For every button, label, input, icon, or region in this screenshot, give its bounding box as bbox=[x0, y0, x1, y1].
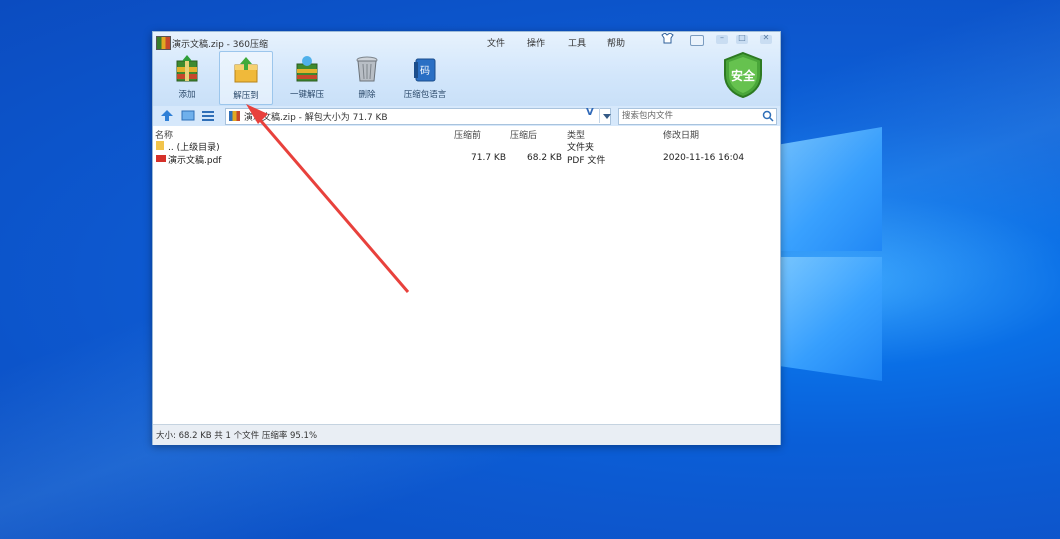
skin-icon[interactable] bbox=[661, 32, 674, 44]
file-type: PDF 文件 bbox=[567, 156, 606, 166]
trash-icon bbox=[354, 55, 380, 83]
add-button[interactable]: 添加 bbox=[161, 51, 213, 103]
search-input[interactable] bbox=[619, 109, 757, 122]
file-type: 文件夹 bbox=[567, 143, 595, 153]
modified-date: 2020-11-16 16:04 bbox=[663, 153, 745, 163]
size-after: 68.2 KB bbox=[527, 153, 562, 163]
file-name: 演示文稿.pdf bbox=[168, 156, 222, 166]
table-row[interactable]: 演示文稿.pdf 71.7 KB 68.2 KB PDF 文件 2020-11-… bbox=[153, 153, 780, 166]
up-level-icon[interactable] bbox=[160, 109, 174, 122]
menu-operation[interactable]: 操作 bbox=[527, 36, 545, 49]
archive-language-button[interactable]: 码 压缩包语言 bbox=[399, 51, 451, 103]
thumbnail-view-icon[interactable] bbox=[181, 109, 195, 122]
maximize-button[interactable]: □ bbox=[736, 33, 748, 44]
title-bar: 演示文稿.zip - 360压缩 文件 操作 工具 帮助 – □ ✕ 添加 解压… bbox=[153, 32, 780, 106]
delete-button[interactable]: 删除 bbox=[341, 51, 393, 103]
list-view-icon[interactable] bbox=[201, 109, 215, 122]
archive-window: 演示文稿.zip - 360压缩 文件 操作 工具 帮助 – □ ✕ 添加 解压… bbox=[152, 31, 781, 445]
status-bar: 大小: 68.2 KB 共 1 个文件 压缩率 95.1% bbox=[153, 424, 780, 445]
verify-button[interactable]: V bbox=[586, 107, 594, 118]
extract-to-label: 解压到 bbox=[233, 91, 259, 101]
address-bar: 演示文稿.zip - 解包大小为 71.7 KB V bbox=[153, 106, 780, 126]
status-text: 大小: 68.2 KB 共 1 个文件 压缩率 95.1% bbox=[156, 431, 318, 441]
minimize-button[interactable]: – bbox=[716, 33, 728, 44]
folder-icon bbox=[156, 141, 164, 150]
windows-logo-pane bbox=[780, 127, 882, 251]
zip-file-icon bbox=[229, 111, 240, 121]
path-text: 演示文稿.zip - 解包大小为 71.7 KB bbox=[244, 113, 388, 123]
pdf-icon bbox=[156, 155, 166, 162]
extract-to-icon bbox=[233, 56, 259, 84]
menu-help[interactable]: 帮助 bbox=[607, 36, 625, 49]
close-button[interactable]: ✕ bbox=[760, 33, 772, 44]
window-title: 演示文稿.zip - 360压缩 bbox=[172, 40, 268, 50]
security-shield[interactable]: 安全 bbox=[722, 51, 764, 99]
size-before: 71.7 KB bbox=[471, 153, 506, 163]
search-box[interactable] bbox=[618, 108, 777, 125]
search-icon[interactable] bbox=[762, 110, 774, 122]
table-row[interactable]: .. (上级目录) 文件夹 bbox=[153, 140, 780, 153]
code-language-icon: 码 bbox=[412, 55, 438, 83]
add-archive-icon bbox=[174, 55, 200, 83]
one-click-extract-button[interactable]: 一键解压 bbox=[281, 51, 333, 103]
delete-label: 删除 bbox=[358, 90, 376, 100]
extract-to-button[interactable]: 解压到 bbox=[219, 51, 273, 105]
windows-logo-pane bbox=[780, 257, 882, 381]
menu-file[interactable]: 文件 bbox=[487, 36, 505, 49]
path-field[interactable]: 演示文稿.zip - 解包大小为 71.7 KB bbox=[225, 108, 611, 125]
one-click-extract-icon bbox=[294, 55, 320, 83]
security-label: 安全 bbox=[731, 68, 756, 83]
add-button-label: 添加 bbox=[178, 90, 196, 100]
menu-tools[interactable]: 工具 bbox=[568, 36, 586, 49]
message-icon[interactable] bbox=[690, 35, 704, 46]
svg-text:码: 码 bbox=[420, 65, 430, 77]
file-list[interactable]: 名称 压缩前 压缩后 类型 修改日期 .. (上级目录) 文件夹 演示文稿.pd… bbox=[153, 126, 780, 424]
path-dropdown-button[interactable] bbox=[599, 108, 614, 123]
app-icon bbox=[156, 36, 171, 50]
file-name: .. (上级目录) bbox=[168, 143, 220, 153]
archive-language-label: 压缩包语言 bbox=[403, 90, 447, 100]
one-click-extract-label: 一键解压 bbox=[289, 90, 324, 100]
